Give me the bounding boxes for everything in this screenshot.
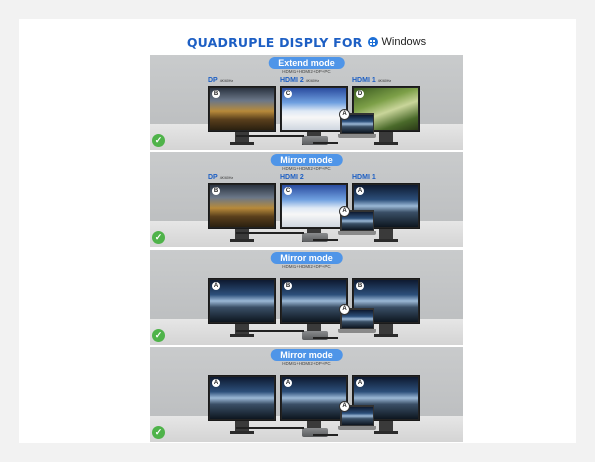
cable — [313, 434, 338, 436]
laptop-badge: A — [339, 401, 350, 412]
monitor: A — [208, 278, 276, 337]
mode-label: Mirror mode — [270, 154, 343, 166]
mode-panel: Mirror mode HDMI1+HDMI2+DP+PC A B B A ✓ — [150, 250, 463, 345]
port-label: HDMI 1 — [352, 174, 378, 181]
docking-hub — [302, 136, 328, 145]
check-icon: ✓ — [152, 426, 165, 439]
docking-hub — [302, 233, 328, 242]
port-name: HDMI 2 — [280, 174, 304, 181]
docking-hub — [302, 428, 328, 437]
monitor-badge: D — [356, 90, 364, 98]
port-name: HDMI 1 — [352, 77, 376, 84]
check-icon: ✓ — [152, 134, 165, 147]
monitor-badge: A — [284, 379, 292, 387]
port-label: HDMI 2 — [280, 174, 306, 181]
port-name: DP — [208, 174, 218, 181]
port-label: HDMI 2 4K/60Hz — [280, 77, 319, 84]
mode-subtitle: HDMI1+HDMI2+DP+PC — [282, 264, 331, 269]
cable — [313, 142, 338, 144]
mode-panel: Mirror mode HDMI1+HDMI2+DP+PC A A A A ✓ — [150, 347, 463, 442]
port-spec: 4K/60Hz — [219, 79, 234, 83]
check-icon: ✓ — [152, 231, 165, 244]
monitor-badge: B — [212, 187, 220, 195]
laptop-keyboard — [338, 134, 376, 138]
cable — [236, 427, 304, 429]
port-name: DP — [208, 77, 218, 84]
monitor: B — [208, 183, 276, 242]
monitor-badge: A — [212, 379, 220, 387]
cable — [236, 232, 304, 234]
poster-title: QUADRUPLE DISPLY FOR — [186, 34, 363, 50]
monitor-badge: B — [212, 90, 220, 98]
cable — [313, 337, 338, 339]
windows-icon — [367, 37, 378, 47]
port-label: HDMI 1 4K/60Hz — [352, 77, 391, 84]
check-icon: ✓ — [152, 329, 165, 342]
mode-panel: Extend mode HDMI1+HDMI2+DP+PC DP 4K/60Hz HDM… — [150, 55, 463, 150]
monitor-badge: A — [356, 187, 364, 195]
monitor-base — [374, 142, 398, 145]
windows-label: Windows — [381, 36, 427, 48]
monitor-badge: B — [356, 282, 364, 290]
port-spec: 4K/60Hz — [377, 79, 392, 83]
monitor-badge: C — [284, 187, 292, 195]
mode-label: Mirror mode — [270, 252, 343, 264]
docking-hub — [302, 331, 328, 340]
monitor: A — [208, 375, 276, 434]
mode-subtitle: HDMI1+HDMI2+DP+PC — [282, 166, 331, 171]
monitor-base — [230, 431, 254, 434]
laptop-keyboard — [338, 231, 376, 235]
monitor-base — [374, 431, 398, 434]
monitor-base — [374, 334, 398, 337]
port-name: HDMI 1 — [352, 174, 376, 181]
mode-label: Extend mode — [268, 57, 345, 69]
mode-label: Mirror mode — [270, 349, 343, 361]
monitor-base — [230, 142, 254, 145]
laptop-badge: A — [339, 304, 350, 315]
mode-subtitle: HDMI1+HDMI2+DP+PC — [282, 361, 331, 366]
mode-subtitle: HDMI1+HDMI2+DP+PC — [282, 69, 331, 74]
poster-header: QUADRUPLE DISPLY FOR Windows — [150, 33, 463, 51]
monitor-badge: A — [212, 282, 220, 290]
monitor: B — [208, 86, 276, 145]
laptop-keyboard — [338, 426, 376, 430]
mode-panel: Mirror mode HDMI1+HDMI2+DP+PC DP 4K/60Hz HDM… — [150, 152, 463, 247]
laptop-badge: A — [339, 206, 350, 217]
monitor-base — [230, 334, 254, 337]
monitor-base — [230, 239, 254, 242]
monitor-base — [374, 239, 398, 242]
port-spec: 4K/60Hz — [219, 176, 234, 180]
monitor-badge: C — [284, 90, 292, 98]
port-label: DP 4K/60Hz — [208, 77, 233, 84]
cable — [236, 330, 304, 332]
laptop-keyboard — [338, 329, 376, 333]
cable — [236, 135, 304, 137]
cable — [313, 239, 338, 241]
port-name: HDMI 2 — [280, 77, 304, 84]
port-spec: 4K/60Hz — [305, 79, 320, 83]
product-poster: QUADRUPLE DISPLY FOR Windows Extend mode… — [150, 33, 463, 442]
monitor-badge: A — [356, 379, 364, 387]
laptop-badge: A — [339, 109, 350, 120]
port-label: DP 4K/60Hz — [208, 174, 233, 181]
monitor-badge: B — [284, 282, 292, 290]
